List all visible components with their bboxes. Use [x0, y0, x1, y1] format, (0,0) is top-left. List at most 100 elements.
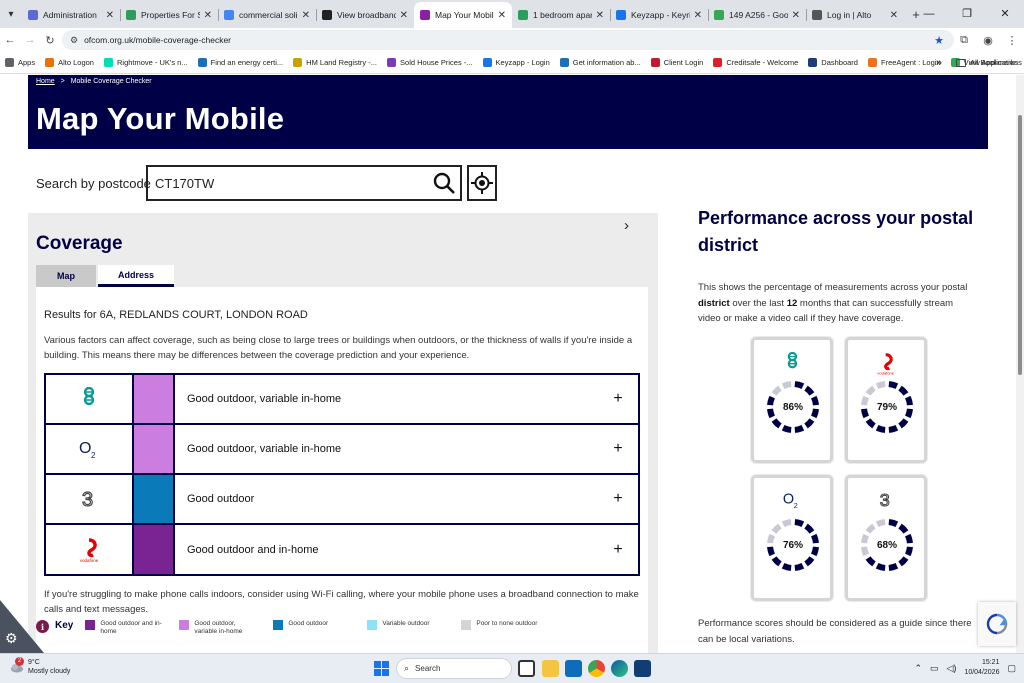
file-explorer-icon[interactable] [542, 660, 559, 677]
perf-desc-months: 12 [786, 297, 798, 309]
page-title: Map Your Mobile [36, 101, 285, 136]
expand-plus-icon[interactable]: + [598, 425, 638, 473]
maximize-icon[interactable]: ❐ [948, 0, 986, 28]
taskbar-search-box[interactable]: ⌕ Search [396, 658, 512, 679]
svg-text:3: 3 [82, 489, 93, 510]
minimize-icon[interactable]: — [910, 0, 948, 28]
browser-tab[interactable]: Keyzapp - Keyring D ✕ [610, 2, 708, 28]
bookmark-item[interactable]: Sold House Prices -... [382, 58, 478, 67]
back-icon[interactable]: ← [0, 34, 20, 46]
weather-widget[interactable]: 2 9°C Mostly cloudy [10, 657, 70, 676]
browser-tab[interactable]: commercial solicitor ✕ [218, 2, 316, 28]
bookmark-item[interactable]: Creditsafe - Welcome [708, 58, 803, 67]
bookmark-item[interactable]: HM Land Registry -... [288, 58, 382, 67]
tab-close-icon[interactable]: ✕ [792, 10, 800, 21]
tab-favicon-icon [812, 10, 822, 20]
chevron-up-icon[interactable]: ⌃ [914, 663, 922, 674]
key-swatch [273, 620, 284, 630]
tab-close-icon[interactable]: ✕ [498, 10, 506, 21]
coverage-results-card: Results for 6A, REDLANDS COURT, LONDON R… [36, 287, 648, 653]
browser-tab[interactable]: Administration ✕ [22, 2, 120, 28]
extensions-icon[interactable]: ⧉ [952, 34, 976, 47]
browser-tab[interactable]: 149 A256 - Google M ✕ [708, 2, 806, 28]
recaptcha-badge[interactable] [978, 602, 1016, 646]
browser-tab[interactable]: View broadband ava ✕ [316, 2, 414, 28]
chrome-icon[interactable] [588, 660, 605, 677]
tab-address[interactable]: Address [98, 265, 174, 287]
tab-search-menu-icon[interactable]: ▾ [0, 0, 22, 28]
tab-map[interactable]: Map [36, 265, 96, 287]
operator-row[interactable]: Good outdoor, variable in-home + [46, 375, 638, 425]
svg-text:O: O [79, 440, 91, 457]
profile-icon[interactable]: ◉ [976, 34, 1000, 47]
browser-menu-icon[interactable]: ⋮ [1000, 34, 1024, 47]
coverage-heading: Coverage [36, 233, 123, 254]
browser-tab[interactable]: Properties For Sale in ✕ [120, 2, 218, 28]
window-controls: — ❐ ✕ [910, 0, 1024, 28]
tab-close-icon[interactable]: ✕ [302, 10, 310, 21]
task-view-icon[interactable] [518, 660, 535, 677]
page-scrollbar[interactable] [1016, 75, 1024, 653]
operator-row[interactable]: O 2 Good outdoor, variable in-home + [46, 425, 638, 475]
tab-close-icon[interactable]: ✕ [890, 10, 898, 21]
bookmark-item[interactable]: Rightmove - UK's n... [99, 58, 193, 67]
tab-label: 1 bedroom apartmen [533, 10, 592, 20]
three-logo-icon: 3 [848, 490, 924, 510]
url-field[interactable]: ⚙ ofcom.org.uk/mobile-coverage-checker ★ [62, 30, 954, 50]
location-target-icon [471, 172, 493, 194]
bookmark-item[interactable]: Find an energy certi... [193, 58, 289, 67]
expand-plus-icon[interactable]: + [598, 375, 638, 423]
tab-close-icon[interactable]: ✕ [400, 10, 408, 21]
tab-favicon-icon [420, 10, 430, 20]
browser-tab[interactable]: Log in | Alto ✕ [806, 2, 904, 28]
bookmark-item[interactable]: Client Login [646, 58, 709, 67]
scrollbar-thumb[interactable] [1018, 115, 1022, 375]
locate-me-button[interactable] [467, 165, 497, 201]
all-bookmarks-button[interactable]: All Bookmarks [956, 58, 1018, 67]
app-icon[interactable] [634, 660, 651, 677]
clock[interactable]: 15:21 10/04/2026 [964, 658, 999, 678]
more-bookmarks-icon[interactable]: » [936, 57, 942, 69]
key-label: Good outdoor [288, 620, 329, 627]
gear-icon[interactable]: ⚙ [5, 630, 18, 647]
operator-row[interactable]: 3 Good outdoor + [46, 475, 638, 525]
key-label: Good outdoor, variable in-home [194, 620, 243, 635]
browser-tab[interactable]: 1 bedroom apartmen ✕ [512, 2, 610, 28]
search-icon[interactable] [432, 171, 456, 195]
bookmark-star-icon[interactable]: ★ [934, 34, 944, 47]
bookmark-item[interactable]: FreeAgent : Login [863, 58, 946, 67]
coverage-status: Good outdoor, variable in-home [187, 443, 342, 455]
bookmark-item[interactable]: Get information ab... [555, 58, 646, 67]
browser-tab[interactable]: Map Your Mobile ✕ [414, 2, 512, 28]
perf-desc-part: This shows the percentage of measurement… [698, 282, 968, 293]
tab-close-icon[interactable]: ✕ [106, 10, 114, 21]
tab-favicon-icon [616, 10, 626, 20]
windows-start-icon[interactable] [374, 661, 389, 676]
postcode-search-input[interactable]: CT170TW [146, 165, 462, 201]
bookmark-favicon-icon [45, 58, 55, 67]
forward-icon[interactable]: → [20, 34, 40, 46]
bookmark-item[interactable]: Dashboard [803, 58, 863, 67]
notification-icon[interactable]: ▢ [1007, 663, 1016, 674]
bookmark-item[interactable]: Keyzapp - Login [478, 58, 555, 67]
network-icon[interactable]: ▭ [930, 663, 939, 674]
tab-close-icon[interactable]: ✕ [204, 10, 212, 21]
coverage-swatch [134, 525, 175, 574]
expand-plus-icon[interactable]: + [598, 475, 638, 523]
operator-row[interactable]: vodafone Good outdoor and in-home + [46, 525, 638, 574]
outlook-icon[interactable] [565, 660, 582, 677]
site-info-icon[interactable]: ⚙ [70, 35, 78, 46]
taskbar-search-icon: ⌕ [404, 663, 410, 673]
bookmark-item[interactable]: Alto Logon [40, 58, 99, 67]
expand-plus-icon[interactable]: + [598, 525, 638, 574]
breadcrumb-home-link[interactable]: Home [36, 78, 55, 85]
chevron-right-icon[interactable]: › [624, 217, 629, 234]
volume-icon[interactable]: ◁) [947, 663, 957, 674]
bookmark-item[interactable]: Apps [0, 58, 40, 67]
coverage-factors-text: Various factors can affect coverage, suc… [44, 335, 633, 361]
close-window-icon[interactable]: ✕ [986, 0, 1024, 28]
tab-close-icon[interactable]: ✕ [596, 10, 604, 21]
edge-icon[interactable] [611, 660, 628, 677]
tab-close-icon[interactable]: ✕ [694, 10, 702, 21]
reload-icon[interactable]: ↻ [40, 34, 60, 47]
